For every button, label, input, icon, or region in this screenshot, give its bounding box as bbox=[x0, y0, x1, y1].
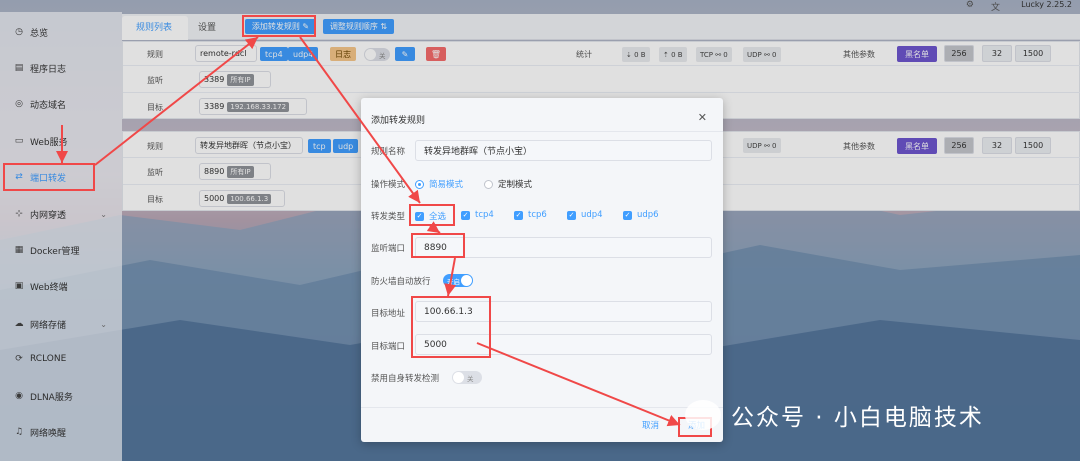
type-tcp6-checkbox[interactable]: ✓ tcp6 bbox=[514, 210, 547, 220]
checkbox-label: tcp4 bbox=[475, 210, 494, 220]
dialog-title: 添加转发规则 bbox=[371, 116, 426, 126]
annotation-box bbox=[411, 296, 491, 358]
type-udp6-checkbox[interactable]: ✓ udp6 bbox=[623, 210, 659, 220]
check-icon: ✓ bbox=[514, 210, 523, 220]
radio-label: 简易模式 bbox=[429, 180, 464, 190]
rule-name-label: 规则名称 bbox=[371, 147, 406, 157]
radio-dot bbox=[484, 179, 493, 189]
divider bbox=[361, 407, 723, 408]
firewall-label: 防火墙自动放行 bbox=[371, 277, 431, 287]
watermark-text: 公众号 · 小白电脑技术 bbox=[731, 405, 984, 431]
annotation-box bbox=[242, 15, 316, 37]
type-label: 转发类型 bbox=[371, 212, 406, 222]
cancel-button[interactable]: 取消 bbox=[642, 419, 659, 431]
check-icon: ✓ bbox=[623, 210, 632, 220]
toggle-text: 开启 bbox=[447, 277, 460, 286]
toggle-knob bbox=[461, 275, 472, 286]
firewall-toggle[interactable]: 开启 bbox=[443, 274, 473, 287]
annotation-box bbox=[411, 233, 465, 258]
checkbox-label: udp6 bbox=[637, 210, 659, 220]
close-icon[interactable]: ✕ bbox=[698, 111, 707, 124]
target-port-label: 目标端口 bbox=[371, 342, 406, 352]
watermark: 公众号 · 小白电脑技术 bbox=[685, 398, 984, 432]
check-icon: ✓ bbox=[567, 210, 576, 220]
wechat-logo-icon bbox=[685, 400, 721, 430]
check-icon: ✓ bbox=[461, 210, 470, 220]
toggle-text: 关 bbox=[467, 374, 474, 383]
type-udp4-checkbox[interactable]: ✓ udp4 bbox=[567, 210, 603, 220]
disable-self-label: 禁用自身转发检测 bbox=[371, 374, 440, 384]
radio-dot bbox=[415, 179, 424, 189]
checkbox-label: tcp6 bbox=[528, 210, 547, 220]
divider bbox=[361, 131, 723, 132]
target-addr-label: 目标地址 bbox=[371, 309, 406, 319]
annotation-box bbox=[409, 204, 455, 226]
type-tcp4-checkbox[interactable]: ✓ tcp4 bbox=[461, 210, 494, 220]
mode-label: 操作模式 bbox=[371, 180, 406, 190]
add-rule-dialog: 添加转发规则 ✕ 规则名称 转发异地群晖（节点小宝） 操作模式 简易模式 定制模… bbox=[361, 98, 723, 442]
rule-name-input[interactable]: 转发异地群晖（节点小宝） bbox=[415, 140, 712, 161]
checkbox-label: udp4 bbox=[581, 210, 603, 220]
mode-custom-radio[interactable]: 定制模式 bbox=[484, 178, 532, 190]
disable-self-toggle[interactable]: 关 bbox=[452, 371, 482, 384]
radio-label: 定制模式 bbox=[498, 180, 533, 190]
annotation-box bbox=[3, 163, 95, 191]
mode-simple-radio[interactable]: 简易模式 bbox=[415, 178, 463, 190]
toggle-knob bbox=[453, 372, 464, 383]
listen-port-label: 监听端口 bbox=[371, 244, 406, 254]
